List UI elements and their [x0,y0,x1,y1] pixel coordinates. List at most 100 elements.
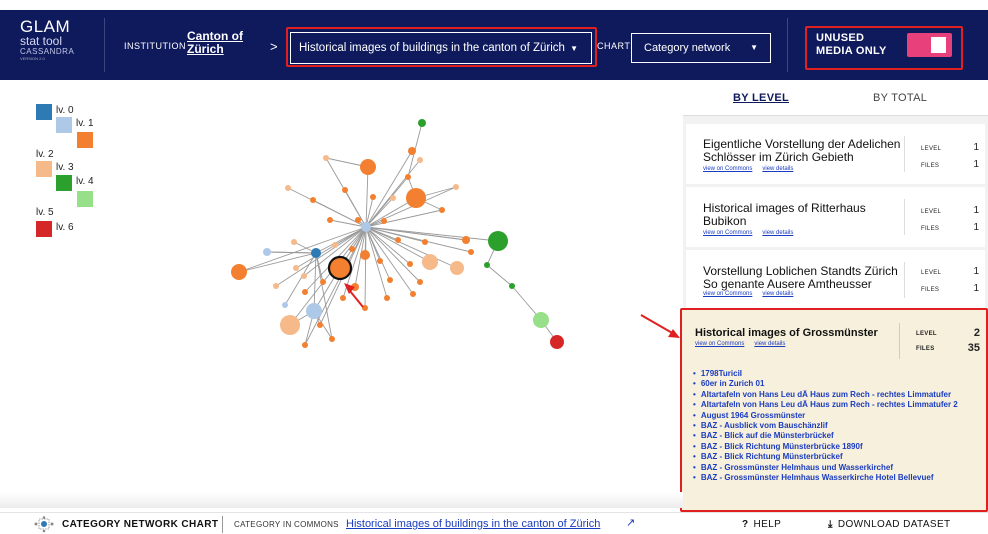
network-node[interactable] [407,261,413,267]
card-links: view on Commons view details [703,291,803,297]
network-node[interactable] [453,184,459,190]
chart-type-select[interactable]: Category network ▼ [631,33,771,63]
file-item[interactable]: BAZ - Blick Richtung Münsterbrückef [693,452,983,462]
network-node[interactable] [311,248,321,258]
top-strip [0,0,988,10]
network-node[interactable] [280,315,300,335]
level-value: 2 [973,327,980,339]
network-node[interactable] [361,222,371,232]
network-node[interactable] [310,197,316,203]
app-logo[interactable]: GLAM stat tool CASSANDRA VERSION 2.0 [20,18,100,61]
file-item[interactable]: BAZ - Grossmünster Helmhaus und Wasserki… [693,463,983,473]
network-node[interactable] [484,262,490,268]
network-node[interactable] [406,188,426,208]
file-item[interactable]: BAZ - Blick auf die Münsterbrückef [693,431,983,441]
level-label: LEVEL [921,270,942,276]
network-node[interactable] [302,342,308,348]
network-node[interactable] [533,312,549,328]
category-network-graph[interactable] [190,100,610,390]
file-item[interactable]: Altartafeln von Hans Leu dÄ Haus zum Rec… [693,400,983,410]
network-node[interactable] [450,261,464,275]
download-dataset-button[interactable]: ⤓ DOWNLOAD DATASET [828,519,951,530]
view-on-commons-link[interactable]: view on Commons [703,291,752,297]
network-node[interactable] [285,185,291,191]
view-details-link[interactable]: view details [762,291,793,297]
file-item[interactable]: BAZ - Grossmünster Helmhaus Wasserkirche… [693,473,983,483]
network-node[interactable] [408,147,416,155]
network-node-selected[interactable] [327,255,353,281]
network-node[interactable] [273,283,279,289]
network-node[interactable] [360,250,370,260]
tab-by-level[interactable]: BY LEVEL [733,92,789,104]
view-details-link[interactable]: view details [762,230,793,236]
network-node[interactable] [390,195,396,201]
file-item[interactable]: August 1964 Grossmünster [693,411,983,421]
network-node[interactable] [355,217,361,223]
network-node[interactable] [468,249,474,255]
network-node[interactable] [488,231,508,251]
category-in-commons-label: CATEGORY IN COMMONS [234,520,339,529]
network-node[interactable] [417,279,423,285]
file-item[interactable]: Altartafeln von Hans Leu dÄ Haus zum Rec… [693,390,983,400]
network-node[interactable] [320,279,326,285]
network-node[interactable] [306,303,322,319]
file-item[interactable]: 1798TuriciI [693,369,983,379]
network-nodes [231,119,564,349]
view-on-commons-link[interactable]: view on Commons [703,230,752,236]
institution-link[interactable]: Canton of Zürich [187,30,247,56]
pointer-arrow-line [349,290,364,308]
network-node[interactable] [462,236,470,244]
view-on-commons-link[interactable]: view on Commons [695,341,744,347]
network-node[interactable] [387,277,393,283]
network-node[interactable] [342,187,348,193]
file-item[interactable]: 60er in Zurich 01 [693,379,983,389]
network-node[interactable] [550,335,564,349]
view-on-commons-link[interactable]: view on Commons [703,166,752,172]
institution-label: INSTITUTION [124,41,186,51]
network-node[interactable] [509,283,515,289]
network-node[interactable] [317,322,323,328]
selected-category-card[interactable]: Historical images of Grossmünster view o… [683,311,985,509]
network-node[interactable] [349,246,355,252]
network-node[interactable] [293,265,299,271]
view-details-link[interactable]: view details [754,341,785,347]
category-card[interactable]: Eigentliche Vorstellung der Adelichen Sc… [686,124,985,184]
network-node[interactable] [422,254,438,270]
legend-label-2: lv. 2 [36,149,54,160]
network-node[interactable] [301,273,307,279]
tab-by-total[interactable]: BY TOTAL [873,92,927,104]
network-node[interactable] [395,237,401,243]
card-divider [904,262,905,298]
network-node[interactable] [329,336,335,342]
category-commons-link[interactable]: Historical images of buildings in the ca… [346,518,600,530]
network-node[interactable] [291,239,297,245]
network-node[interactable] [377,258,383,264]
network-node[interactable] [381,218,387,224]
network-node[interactable] [410,291,416,297]
caret-down-icon: ▼ [750,43,758,52]
category-card[interactable]: Vorstellung Loblichen Standts Zürich So … [686,250,985,310]
network-node[interactable] [282,302,288,308]
file-item[interactable]: BAZ - Blick Richtung Münsterbrücke 1890f [693,442,983,452]
network-node[interactable] [323,155,329,161]
network-node[interactable] [370,194,376,200]
network-node[interactable] [405,174,411,180]
network-node[interactable] [417,157,423,163]
network-node[interactable] [231,264,247,280]
network-node[interactable] [418,119,426,127]
network-node[interactable] [422,239,428,245]
network-node[interactable] [327,217,333,223]
network-edge [238,252,317,273]
file-item[interactable]: BAZ - Ausblick vom Bauschänzlif [693,421,983,431]
network-node[interactable] [340,295,346,301]
network-node[interactable] [332,242,338,248]
network-node[interactable] [302,289,308,295]
network-node[interactable] [263,248,271,256]
network-node[interactable] [439,207,445,213]
network-node[interactable] [360,159,376,175]
network-node[interactable] [384,295,390,301]
external-link-icon[interactable]: ↗ [626,516,635,529]
view-details-link[interactable]: view details [762,166,793,172]
help-button[interactable]: ? HELP [742,519,781,530]
category-card[interactable]: Historical images of Ritterhaus Bubikon … [686,187,985,247]
